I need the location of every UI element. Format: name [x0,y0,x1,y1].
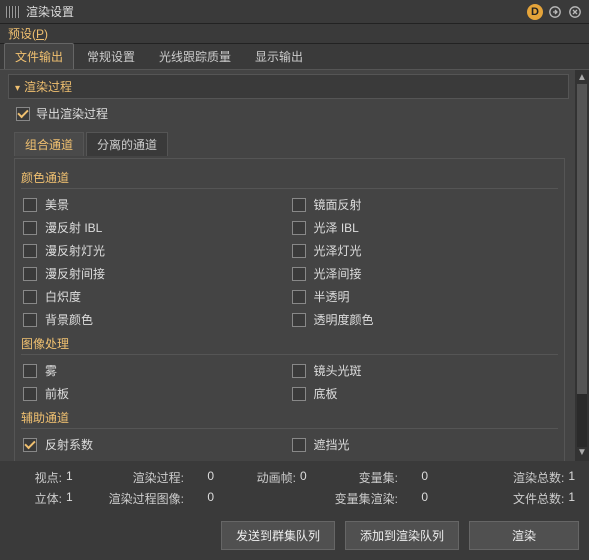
inner-tabs: 组合通道 分离的通道 [14,132,569,156]
chk-fog[interactable] [23,364,37,378]
lbl-normals: 法线 [45,459,69,461]
chk-lens-flare[interactable] [292,364,306,378]
lbl-backplate: 底板 [314,385,338,402]
group-image-props: 雾 镜头光斑 前板 底板 [21,359,558,405]
window-title: 渲染设置 [26,3,523,20]
titlebar-d-button[interactable]: D [527,4,543,20]
footer: 发送到群集队列 添加到渲染队列 渲染 [0,513,589,560]
lbl-occlusion-light: 遮挡光 [314,436,350,453]
chk-reflectance[interactable] [23,438,37,452]
chk-glossy-ibl[interactable] [292,221,306,235]
stat-varset-value: 0 [398,469,428,486]
tab-file-output[interactable]: 文件输出 [4,43,74,69]
chk-diffuse-indirect[interactable] [23,267,37,281]
titlebar: 渲染设置 D [0,0,589,24]
lbl-frontplate: 前板 [45,385,69,402]
render-button[interactable]: 渲染 [469,521,579,550]
lbl-translucent: 半透明 [314,288,350,305]
chk-incandescence[interactable] [23,290,37,304]
stat-stereo-label: 立体: [12,490,62,507]
chk-occlusion-light[interactable] [292,438,306,452]
stat-file-total-value: 1 [564,490,575,507]
lbl-glossy-light: 光泽灯光 [314,242,362,259]
stat-frames-label: 动画帧: [221,469,296,486]
stat-pass-img-label: 渲染过程图像: [94,490,184,507]
inner-tab-separated[interactable]: 分离的通道 [86,132,168,156]
content-wrap: 渲染过程 导出渲染过程 组合通道 分离的通道 颜色通道 美景 镜面反射 漫反射 … [0,70,589,461]
inner-tab-combined[interactable]: 组合通道 [14,132,84,156]
stat-frames-value: 0 [296,469,307,486]
add-to-queue-button[interactable]: 添加到渲染队列 [345,521,459,550]
group-color-props: 美景 镜面反射 漫反射 IBL 光泽 IBL 漫反射灯光 光泽灯光 漫反射间接 … [21,193,558,331]
chk-frontplate[interactable] [23,387,37,401]
stat-varset-label: 变量集: [323,469,398,486]
scroll-down-icon[interactable]: ▼ [576,447,588,459]
chk-beauty[interactable] [23,198,37,212]
chk-backplate[interactable] [292,387,306,401]
tab-general[interactable]: 常规设置 [76,43,146,69]
stat-pass-img-value: 0 [184,490,214,507]
chk-glossy-indirect[interactable] [292,267,306,281]
chk-diffuse-light[interactable] [23,244,37,258]
chk-translucent[interactable] [292,290,306,304]
stat-stereo-value: 1 [62,490,73,507]
tab-raytrace-quality[interactable]: 光线跟踪质量 [148,43,242,69]
lbl-diffuse-ibl: 漫反射 IBL [45,219,102,236]
chk-specular[interactable] [292,198,306,212]
scroll-thumb[interactable] [577,84,587,394]
lbl-glossy-ibl: 光泽 IBL [314,219,359,236]
lbl-camera-normals: 摄影机法线 [314,459,374,461]
group-aux-head: 辅助通道 [21,407,558,429]
stat-render-total-value: 1 [564,469,575,486]
content: 渲染过程 导出渲染过程 组合通道 分离的通道 颜色通道 美景 镜面反射 漫反射 … [0,70,575,461]
lbl-beauty: 美景 [45,196,69,213]
menu-preset[interactable]: 预设(P) [8,25,48,42]
lbl-transparency-color: 透明度颜色 [314,311,374,328]
scrollbar[interactable]: ▲ ▼ [575,70,589,461]
export-passes-checkbox[interactable] [16,107,30,121]
group-aux-props: 反射系数 遮挡光 法线 摄影机法线 遮罩 位置 [21,433,558,461]
lbl-reflectance: 反射系数 [45,436,93,453]
lbl-lens-flare: 镜头光斑 [314,362,362,379]
lbl-background-color: 背景颜色 [45,311,93,328]
lbl-specular: 镜面反射 [314,196,362,213]
inner-panel: 颜色通道 美景 镜面反射 漫反射 IBL 光泽 IBL 漫反射灯光 光泽灯光 漫… [14,158,565,461]
stat-viewpoint-label: 视点: [12,469,62,486]
section-render-passes[interactable]: 渲染过程 [8,74,569,99]
app-icon [6,6,20,18]
export-row: 导出渲染过程 [16,105,569,122]
stat-passes-label: 渲染过程: [94,469,184,486]
tab-display-output[interactable]: 显示输出 [244,43,314,69]
lbl-fog: 雾 [45,362,57,379]
stat-passes-value: 0 [184,469,214,486]
stat-render-total-label: 渲染总数: [513,469,564,486]
main-tabs: 文件输出 常规设置 光线跟踪质量 显示输出 [0,44,589,70]
titlebar-external-button[interactable] [547,4,563,20]
scroll-track[interactable] [577,84,587,447]
lbl-glossy-indirect: 光泽间接 [314,265,362,282]
chk-glossy-light[interactable] [292,244,306,258]
titlebar-close-button[interactable] [567,4,583,20]
chk-camera-normals[interactable] [292,461,306,462]
stat-file-total-label: 文件总数: [513,490,564,507]
stats-panel: 视点:1 渲染过程:0 动画帧:0 变量集:0 渲染总数:1 立体:1 渲染过程… [0,461,589,513]
send-to-cluster-button[interactable]: 发送到群集队列 [221,521,335,550]
group-image-head: 图像处理 [21,333,558,355]
chk-normals[interactable] [23,461,37,462]
chk-diffuse-ibl[interactable] [23,221,37,235]
lbl-diffuse-light: 漫反射灯光 [45,242,105,259]
chk-transparency-color[interactable] [292,313,306,327]
stat-varset-render-value: 0 [398,490,428,507]
menubar: 预设(P) [0,24,589,44]
lbl-incandescence: 白炽度 [45,288,81,305]
group-color-head: 颜色通道 [21,167,558,189]
stat-viewpoint-value: 1 [62,469,73,486]
chk-background-color[interactable] [23,313,37,327]
scroll-up-icon[interactable]: ▲ [576,72,588,84]
lbl-diffuse-indirect: 漫反射间接 [45,265,105,282]
export-passes-label: 导出渲染过程 [36,105,108,122]
stat-varset-render-label: 变量集渲染: [323,490,398,507]
